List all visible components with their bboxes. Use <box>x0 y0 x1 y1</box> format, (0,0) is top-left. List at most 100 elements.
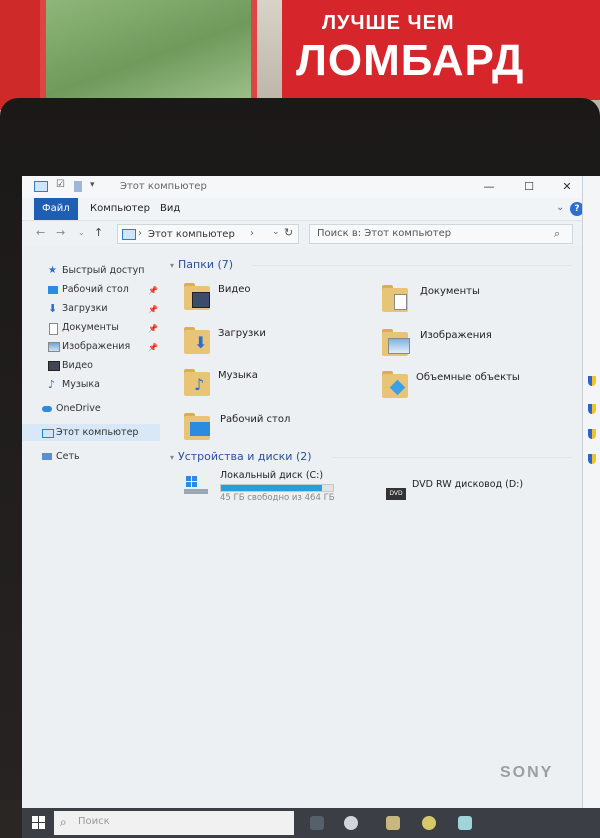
back-arrow-icon[interactable]: ← <box>36 226 45 239</box>
pin-icon[interactable]: 📌 <box>148 339 158 356</box>
shield-icon <box>588 376 596 386</box>
folder-pictures[interactable]: Изображения <box>382 328 572 368</box>
drive-usage-bar <box>220 484 334 492</box>
music-folder-icon: ♪ <box>184 368 210 396</box>
recent-chevron-icon[interactable]: ⌄ <box>78 228 85 237</box>
pin-icon[interactable]: 📌 <box>148 320 158 337</box>
new-folder-icon[interactable] <box>74 181 82 192</box>
breadcrumb-separator: › <box>138 228 142 239</box>
laptop-bezel: ☑ ▾ Этот компьютер — ☐ ✕ Файл Компьютер … <box>0 98 600 838</box>
tab-file[interactable]: Файл <box>34 198 78 220</box>
music-icon: ♪ <box>48 378 56 391</box>
nav-music[interactable]: ♪ Музыка <box>22 376 160 393</box>
yandex-browser-icon[interactable] <box>422 816 436 830</box>
group-header-drives[interactable]: ▾ Устройства и диски (2) <box>170 450 312 463</box>
desktop-folder-icon <box>184 412 210 440</box>
folder-video[interactable]: Видео <box>184 282 374 322</box>
folder-desktop[interactable]: Рабочий стол <box>184 412 374 452</box>
nav-quick-access[interactable]: ★ Быстрый доступ <box>22 262 160 279</box>
maximize-button[interactable]: ☐ <box>516 178 542 196</box>
computer-icon <box>42 429 54 438</box>
shield-icon <box>588 404 596 414</box>
network-icon <box>42 453 52 460</box>
group-divider <box>252 265 572 266</box>
shield-icon <box>588 429 596 439</box>
dvd-drive-icon: DVD <box>384 488 410 506</box>
file-explorer-icon[interactable] <box>386 816 400 830</box>
windows-start-icon[interactable] <box>32 816 46 830</box>
search-box[interactable]: ⌕ <box>309 224 573 244</box>
shield-icon <box>588 454 596 464</box>
store-pillar <box>0 0 40 110</box>
ribbon-expand-icon[interactable]: ⌄ <box>556 202 564 213</box>
store-sign: ЛУЧШЕ ЧЕМ ЛОМБАРД <box>282 0 600 100</box>
close-button[interactable]: ✕ <box>554 178 580 196</box>
minimize-button[interactable]: — <box>476 178 502 196</box>
folder-3d-objects[interactable]: Объемные объекты <box>382 370 572 410</box>
drive-free-space: 45 ГБ свободно из 464 ГБ <box>220 493 335 503</box>
title-bar: ☑ ▾ Этот компьютер — ☐ ✕ <box>22 176 600 198</box>
search-icon: ⌕ <box>60 815 67 829</box>
edge-icon[interactable] <box>344 816 358 830</box>
store-icon[interactable] <box>458 816 472 830</box>
cloud-icon <box>42 406 52 412</box>
documents-icon <box>49 323 58 335</box>
nav-desktop[interactable]: Рабочий стол 📌 <box>22 281 160 298</box>
nav-onedrive[interactable]: OneDrive <box>22 400 160 417</box>
group-divider <box>332 457 572 458</box>
properties-icon[interactable]: ☑ <box>56 179 68 191</box>
pin-icon[interactable]: 📌 <box>148 282 158 299</box>
pictures-folder-icon <box>382 328 410 356</box>
folder-documents[interactable]: Документы <box>382 284 572 324</box>
drive-c[interactable]: Локальный диск (C:) 45 ГБ свободно из 46… <box>184 470 384 512</box>
drive-d[interactable]: DVD DVD RW дисковод (D:) <box>384 479 584 522</box>
address-dropdown-icon[interactable]: ⌄ <box>272 227 280 237</box>
refresh-icon[interactable]: ↻ <box>284 226 293 239</box>
search-icon[interactable]: ⌕ <box>554 227 560 241</box>
breadcrumb-this-pc[interactable]: Этот компьютер <box>148 229 235 240</box>
chevron-down-icon[interactable]: ▾ <box>90 180 102 192</box>
breadcrumb-separator: › <box>250 228 254 239</box>
nav-documents[interactable]: Документы 📌 <box>22 319 160 336</box>
pin-icon[interactable]: 📌 <box>148 301 158 318</box>
navigation-pane: ★ Быстрый доступ Рабочий стол 📌 ⬇ Загруз… <box>22 252 160 812</box>
group-header-folders[interactable]: ▾ Папки (7) <box>170 258 233 271</box>
video-folder-icon <box>184 282 210 310</box>
3d-objects-folder-icon <box>382 370 408 398</box>
forward-arrow-icon[interactable]: → <box>56 226 65 239</box>
star-icon: ★ <box>48 265 57 276</box>
address-box[interactable]: › Этот компьютер › ⌄ ↻ <box>117 224 299 244</box>
drive-usage-fill <box>221 485 322 491</box>
computer-icon <box>122 229 136 240</box>
task-view-icon[interactable] <box>310 816 324 830</box>
nav-network[interactable]: Сеть <box>22 448 160 465</box>
nav-video[interactable]: Видео <box>22 357 160 374</box>
taskbar-search[interactable]: ⌕ Поиск <box>54 811 294 835</box>
taskbar: ⌕ Поиск <box>22 808 600 838</box>
store-window <box>40 0 257 100</box>
tab-computer[interactable]: Компьютер <box>82 198 158 220</box>
sony-logo: SONY <box>500 764 554 781</box>
window-title: Этот компьютер <box>120 181 207 192</box>
pictures-icon <box>48 342 60 352</box>
folder-music[interactable]: ♪ Музыка <box>184 368 374 408</box>
windows-drive-icon <box>184 476 210 494</box>
laptop-screen: ☑ ▾ Этот компьютер — ☐ ✕ Файл Компьютер … <box>22 176 600 838</box>
nav-downloads[interactable]: ⬇ Загрузки 📌 <box>22 300 160 317</box>
up-arrow-icon[interactable]: ↑ <box>94 226 103 239</box>
address-bar: ← → ⌄ ↑ › Этот компьютер › ⌄ ↻ ⌕ <box>22 222 600 246</box>
nav-this-pc[interactable]: Этот компьютер <box>22 424 160 441</box>
computer-icon <box>34 181 48 192</box>
downloads-folder-icon: ⬇ <box>184 326 210 354</box>
video-icon <box>48 361 60 371</box>
tab-view[interactable]: Вид <box>152 198 188 220</box>
nav-pictures[interactable]: Изображения 📌 <box>22 338 160 355</box>
sign-line1: ЛУЧШЕ ЧЕМ <box>322 12 455 34</box>
chevron-down-icon: ▾ <box>170 261 175 270</box>
downloads-icon: ⬇ <box>48 302 58 315</box>
ribbon-tabs: Файл Компьютер Вид ⌄ ? <box>22 198 600 221</box>
content-pane: ▾ Папки (7) Видео Документы ⬇ Загрузки И… <box>162 252 582 812</box>
search-input[interactable] <box>315 227 549 240</box>
folder-downloads[interactable]: ⬇ Загрузки <box>184 326 374 366</box>
documents-folder-icon <box>382 284 408 312</box>
